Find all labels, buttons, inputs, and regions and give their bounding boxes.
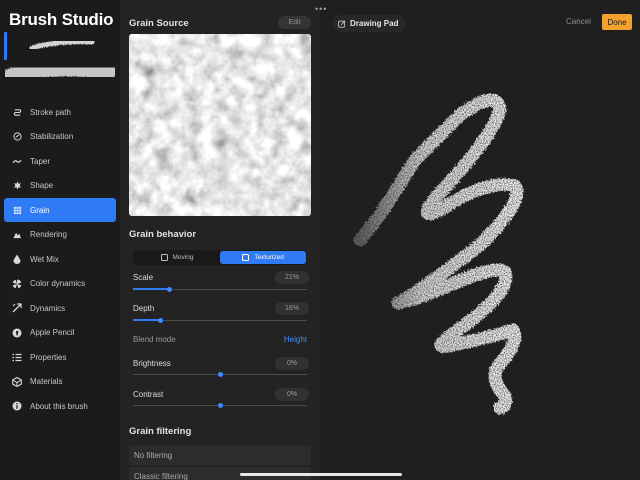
shape-icon [12,181,22,191]
slider-knob[interactable] [158,317,164,323]
mode-label: Texturized [254,254,284,261]
sidebar-item-label: Color dynamics [30,279,86,288]
apple-pencil-icon [12,328,22,338]
grain-icon [12,205,22,215]
stroke-path-icon [12,107,22,117]
sidebar-item-stroke-path[interactable]: Stroke path [4,100,116,124]
sidebar-item-apple-pencil[interactable]: Apple Pencil [4,321,116,345]
brush-settings-nav: Stroke path Stabilization Taper Shape Gr… [4,100,116,419]
mode-moving-option[interactable]: Moving [134,251,220,264]
grain-filtering-title: Grain filtering [129,426,192,437]
sidebar-item-materials[interactable]: Materials [4,370,116,394]
more-options-handle[interactable]: ••• [315,4,327,14]
depth-label: Depth [133,304,155,313]
taper-icon [12,156,22,166]
slider-knob[interactable] [217,402,223,408]
blend-mode-label: Blend mode [133,335,176,344]
sidebar-item-color-dynamics[interactable]: Color dynamics [4,272,116,296]
texturized-icon [242,254,250,261]
sidebar-item-properties[interactable]: Properties [4,345,116,369]
depth-slider[interactable] [133,316,307,324]
sidebar-item-label: Shape [30,181,54,190]
properties-icon [12,352,22,362]
slider-knob[interactable] [217,371,223,377]
sidebar-item-label: About this brush [30,401,88,411]
contrast-value[interactable]: 0% [275,388,309,401]
stabilization-icon [12,132,22,142]
scale-value[interactable]: 21% [275,271,309,284]
sidebar-item-label: Dynamics [30,303,66,313]
sidebar-item-label: Rendering [30,230,67,239]
sidebar-item-label: Taper [30,156,51,166]
grain-source-preview[interactable] [129,34,311,216]
mode-texturized-option[interactable]: Texturized [220,251,306,264]
sidebar-item-label: Wet Mix [30,254,59,264]
info-icon [12,401,22,411]
slider-fill [133,288,170,290]
sidebar-item-stabilization[interactable]: Stabilization [4,125,116,149]
moving-icon [160,254,168,261]
home-indicator [240,473,402,476]
blend-mode-value[interactable]: Height [284,335,307,344]
sidebar-item-label: Grain [30,205,50,215]
sidebar-item-label: Apple Pencil [30,328,75,337]
brush-preview-large[interactable] [5,58,115,92]
sidebar-item-rendering[interactable]: Rendering [4,223,116,247]
sidebar-item-shape[interactable]: Shape [4,174,116,198]
dynamics-icon [12,303,22,313]
selected-brush-indicator [4,32,7,60]
sidebar-item-label: Properties [30,352,67,362]
sidebar-item-taper[interactable]: Taper [4,149,116,173]
scale-label: Scale [133,273,154,282]
depth-value[interactable]: 16% [275,302,309,315]
sidebar-item-label: Stroke path [30,107,71,117]
grain-behavior-title: Grain behavior [129,229,197,240]
filter-option-none[interactable]: No filtering [129,446,311,465]
sidebar-item-label: Materials [30,377,63,386]
rendering-icon [12,230,22,240]
app-title: Brush Studio [9,10,114,29]
sidebar: Brush Studio Stroke path Stabilization T… [0,0,120,480]
wet-mix-icon [12,254,22,264]
color-dynamics-icon [12,278,22,289]
grain-mode-segmented-control: Moving Texturized [133,250,307,265]
sidebar-item-wet-mix[interactable]: Wet Mix [4,247,116,271]
contrast-slider[interactable] [133,401,307,409]
grain-source-title: Grain Source [129,18,189,29]
sidebar-item-label: Stabilization [30,132,74,141]
brightness-label: Brightness [133,359,171,368]
grain-settings-panel: Grain Source Edit Grain behavior Moving … [120,0,320,480]
mode-label: Moving [172,254,194,261]
contrast-label: Contrast [133,390,164,399]
scale-slider[interactable] [133,285,307,293]
edit-grain-button[interactable]: Edit [278,16,311,29]
brightness-value[interactable]: 0% [275,357,309,370]
brightness-slider[interactable] [133,370,307,378]
sidebar-item-grain[interactable]: Grain [4,198,116,222]
brush-preview-small[interactable] [28,36,96,54]
slider-fill [133,319,161,321]
sidebar-item-dynamics[interactable]: Dynamics [4,296,116,320]
sample-stroke [353,93,524,415]
slider-knob[interactable] [167,286,173,292]
sidebar-item-about[interactable]: About this brush [4,394,116,418]
materials-icon [12,376,22,387]
drawing-pad[interactable]: Drawing Pad Cancel Done [320,0,640,480]
